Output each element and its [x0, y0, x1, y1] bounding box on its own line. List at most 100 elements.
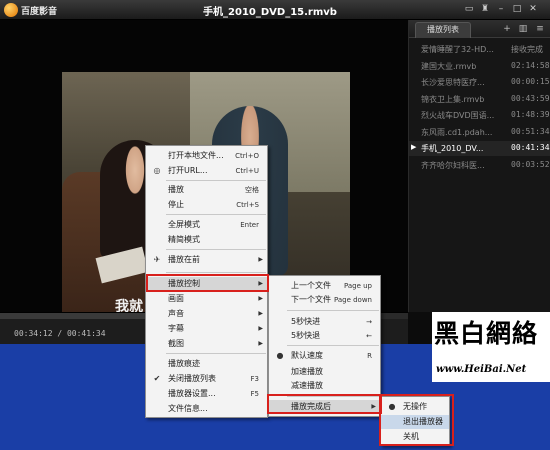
playlist-item[interactable]: 爱情睡醒了32-HD... 接收完成 — [409, 42, 550, 57]
playlist-panel: 播放列表 + ▥ ≡ 爱情睡醒了32-HD... 接收完成建国大业.rmvb 02:… — [408, 20, 550, 312]
context-menu-item-6[interactable]: ✈ 播放在前 ▶ — [146, 253, 267, 267]
menu-separator — [166, 180, 266, 181]
playlist-item[interactable]: 齐齐哈尔妇科医... 00:03:52 — [409, 158, 550, 173]
playlist-item[interactable]: 锦衣卫上集.rmvb 00:43:59 — [409, 92, 550, 107]
context-menu-item-1[interactable]: ◎ 打开URL... Ctrl+U — [146, 164, 267, 178]
playlist-item-name: 手机_2010_DV... — [421, 144, 484, 153]
menu-item-label: 上一个文件 — [291, 281, 331, 290]
menu-item-label: 5秒快进 — [291, 317, 321, 326]
menu-separator — [166, 272, 266, 273]
app-name: 百度影音 — [21, 7, 58, 17]
menu-item-label: 播放器设置... — [168, 389, 216, 398]
submenu-arrow-icon: ▶ — [258, 325, 263, 332]
playlist-item[interactable]: 长沙爱思特医疗... 00:00:15 — [409, 75, 550, 90]
playback-menu-item-1[interactable]: 下一个文件 Page down — [269, 293, 380, 307]
menu-item-shortcut: Ctrl+U — [235, 167, 259, 175]
list-options-icon[interactable]: ≡ — [534, 23, 546, 35]
context-menu-item-9[interactable]: 声音 ▶ — [146, 307, 267, 321]
heibai-watermark: 黑白網絡 www.HeiBai.Net — [432, 312, 550, 382]
menu-item-shortcut: R — [367, 352, 372, 360]
playlist-item-time: 01:48:39 — [511, 110, 550, 119]
context-menu-item-12[interactable]: 播放痕迹 — [146, 357, 267, 371]
context-menu-item-0[interactable]: 打开本地文件... Ctrl+O — [146, 149, 267, 163]
menu-item-label: 字幕 — [168, 324, 184, 333]
menu-item-label: 停止 — [168, 200, 184, 209]
menu-item-label: 播放痕迹 — [168, 359, 200, 368]
menu-item-label: 全屏模式 — [168, 220, 200, 229]
playlist-item[interactable]: ▶ 手机_2010_DV... 00:41:34 — [409, 141, 550, 156]
menu-item-shortcut: Page up — [343, 282, 372, 290]
menu-separator — [287, 310, 379, 311]
delete-icon[interactable]: ▥ — [517, 23, 529, 35]
menu-item-shortcut: Ctrl+S — [236, 201, 259, 209]
playback-menu-item-0[interactable]: 上一个文件 Page up — [269, 279, 380, 293]
playlist-item-time: 00:00:15 — [511, 77, 550, 86]
playlist-item-name: 东风雨.cd1.pdah... — [421, 127, 493, 137]
time-display: 00:34:12 / 00:41:34 — [14, 329, 106, 338]
playlist-header: 播放列表 + ▥ ≡ — [409, 20, 550, 38]
context-menu-item-14[interactable]: 播放器设置... F5 — [146, 387, 267, 401]
playlist-item-time: 接收完成 — [511, 45, 543, 54]
menu-item-shortcut: F5 — [250, 390, 259, 398]
context-menu-item-15[interactable]: 文件信息... — [146, 402, 267, 416]
playback-menu-item-4[interactable]: ● 默认速度 R — [269, 349, 380, 363]
maximize-icon[interactable]: □ — [510, 3, 524, 16]
file-title: 手机_2010_DVD_15.rmvb — [203, 7, 337, 18]
context-menu-item-13[interactable]: ✔ 关闭播放列表 F3 — [146, 372, 267, 386]
playlist-item-time: 02:14:58 — [511, 60, 550, 70]
close-icon[interactable]: ✕ — [526, 3, 540, 16]
title-bar[interactable]: 百度影音 手机_2010_DVD_15.rmvb ▭ ♜ – □ ✕ — [0, 0, 550, 20]
submenu-arrow-icon: ▶ — [258, 295, 263, 302]
playlist-item-name: 建国大业.rmvb — [421, 61, 477, 71]
playlist-item-time: 00:03:52 — [511, 159, 550, 169]
context-menu-item-4[interactable]: 全屏模式 Enter — [146, 218, 267, 232]
menu-item-shortcut: Enter — [240, 221, 259, 229]
highlight-box-after-playback — [267, 394, 382, 414]
menu-item-label: 播放 — [168, 185, 184, 194]
player-window: 百度影音 手机_2010_DVD_15.rmvb ▭ ♜ – □ ✕ 我就 播放… — [0, 0, 550, 450]
playlist-item-time: 00:43:59 — [511, 93, 550, 103]
playback-menu-item-3[interactable]: 5秒快退 ← — [269, 329, 380, 343]
menu-item-shortcut: ← — [366, 332, 372, 340]
playlist-item-time: 00:41:34 — [511, 143, 550, 152]
playlist-item-name: 长沙爱思特医疗... — [421, 78, 485, 87]
playlist-item[interactable]: 建国大业.rmvb 02:14:58 — [409, 59, 550, 74]
globe-icon: ◎ — [153, 166, 161, 175]
playlist-item-name: 锦衣卫上集.rmvb — [421, 94, 485, 104]
watermark-url: www.HeiBai.Net — [436, 364, 527, 375]
context-menu-item-8[interactable]: 画面 ▶ — [146, 292, 267, 306]
submenu-arrow-icon: ▶ — [258, 340, 263, 347]
menu-item-label: 画面 — [168, 294, 184, 303]
menu-icon[interactable]: ▭ — [462, 3, 476, 16]
check-icon: ✔ — [153, 374, 161, 383]
shirt-skin-icon[interactable]: ♜ — [478, 3, 492, 16]
menu-item-shortcut: → — [366, 318, 372, 326]
radio-dot-icon: ● — [276, 351, 284, 360]
minimize-icon[interactable]: – — [494, 3, 508, 16]
menu-item-label: 默认速度 — [291, 351, 323, 360]
menu-item-label: 截图 — [168, 339, 184, 348]
context-menu-item-5[interactable]: 精简模式 — [146, 233, 267, 247]
menu-item-label: 播放在前 — [168, 255, 200, 264]
context-menu-item-11[interactable]: 截图 ▶ — [146, 337, 267, 351]
tab-playlist[interactable]: 播放列表 — [415, 22, 471, 38]
playlist-item-name: 齐齐哈尔妇科医... — [421, 160, 485, 170]
menu-item-shortcut: F3 — [250, 375, 259, 383]
playlist-item-time: 00:51:34 — [511, 126, 550, 136]
context-menu-item-3[interactable]: 停止 Ctrl+S — [146, 198, 267, 212]
playlist-item[interactable]: 东风雨.cd1.pdah... 00:51:34 — [409, 125, 550, 140]
menu-item-label: 减速播放 — [291, 381, 323, 390]
playlist-item[interactable]: 烈火战车DVD国语... 01:48:39 — [409, 108, 550, 123]
context-menu-item-2[interactable]: 播放 空格 — [146, 183, 267, 197]
menu-separator — [166, 353, 266, 354]
playback-menu-item-6[interactable]: 减速播放 — [269, 379, 380, 393]
playlist-item-name: 爱情睡醒了32-HD... — [421, 45, 494, 54]
menu-item-label: 关闭播放列表 — [168, 374, 216, 383]
add-icon[interactable]: + — [501, 23, 513, 35]
highlight-box-playback-control — [146, 274, 269, 292]
play-indicator-icon: ▶ — [411, 143, 417, 151]
playback-menu-item-2[interactable]: 5秒快进 → — [269, 315, 380, 329]
playback-menu-item-5[interactable]: 加速播放 — [269, 365, 380, 379]
watermark-cn: 黑白網絡 — [434, 319, 539, 348]
context-menu-item-10[interactable]: 字幕 ▶ — [146, 322, 267, 336]
